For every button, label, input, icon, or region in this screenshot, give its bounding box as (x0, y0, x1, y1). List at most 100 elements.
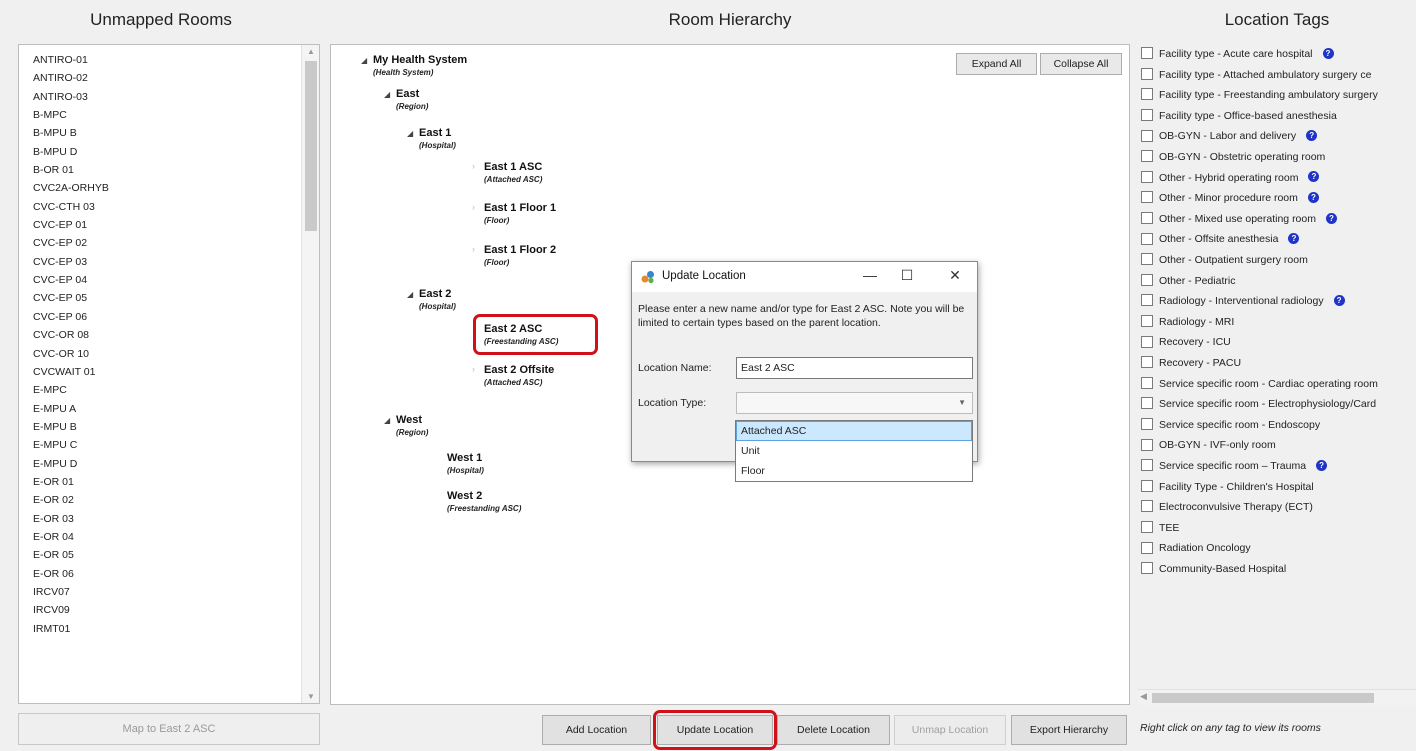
tag-label[interactable]: Facility type - Office-based anesthesia (1159, 110, 1337, 122)
expand-arrow-icon[interactable]: › (472, 202, 475, 212)
expand-arrow-icon[interactable]: › (472, 364, 475, 374)
tag-checkbox[interactable] (1141, 67, 1153, 80)
room-list-item[interactable]: E-OR 01 (19, 473, 319, 491)
tag-checkbox[interactable] (1141, 479, 1153, 492)
tree-node[interactable]: › East 1 Floor 1 (Floor) (472, 201, 556, 226)
tag-checkbox[interactable] (1141, 47, 1153, 60)
room-list-item[interactable]: B-MPU D (19, 143, 319, 161)
collapse-arrow-icon[interactable]: ◢ (384, 90, 390, 99)
add-location-button[interactable]: Add Location (542, 715, 651, 745)
tag-checkbox[interactable] (1141, 438, 1153, 451)
room-list-item[interactable]: E-MPU D (19, 455, 319, 473)
unmap-location-button[interactable]: Unmap Location (894, 715, 1006, 745)
tree-node[interactable]: › East 1 Floor 2 (Floor) (472, 243, 556, 268)
scroll-up-icon[interactable]: ▲ (302, 47, 319, 56)
unmapped-rooms-list[interactable]: ANTIRO-01 ANTIRO-02 ANTIRO-03 B-MPC B-MPU BB… (18, 44, 320, 704)
tag-checkbox[interactable] (1141, 541, 1153, 554)
room-list-item[interactable]: E-MPU B (19, 418, 319, 436)
tag-checkbox[interactable] (1141, 500, 1153, 513)
tag-label[interactable]: Radiology - Interventional radiology (1159, 295, 1324, 307)
room-list-item[interactable]: CVC2A-ORHYB (19, 179, 319, 197)
tag-label[interactable]: Radiation Oncology (1159, 542, 1251, 554)
tag-label[interactable]: Other - Offsite anesthesia (1159, 233, 1278, 245)
room-list-item[interactable]: IRCV07 (19, 583, 319, 601)
room-list-item[interactable]: ANTIRO-03 (19, 88, 319, 106)
tag-label[interactable]: Other - Outpatient surgery room (1159, 254, 1308, 266)
tag-checkbox[interactable] (1141, 521, 1153, 534)
room-list-item[interactable]: CVC-EP 02 (19, 234, 319, 252)
room-list-item[interactable]: E-OR 02 (19, 491, 319, 509)
room-list-item[interactable]: CVC-EP 04 (19, 271, 319, 289)
room-list-item[interactable]: CVC-OR 10 (19, 345, 319, 363)
scroll-left-icon[interactable]: ◀ (1140, 691, 1147, 702)
tag-label[interactable]: Service specific room - Cardiac operatin… (1159, 378, 1378, 390)
room-list-item[interactable]: IRCV09 (19, 601, 319, 619)
tag-label[interactable]: OB-GYN - IVF-only room (1159, 439, 1276, 451)
tag-label[interactable]: Recovery - ICU (1159, 336, 1231, 348)
tag-checkbox[interactable] (1141, 170, 1153, 183)
tree-node[interactable]: ◢ East 1 (Hospital) (407, 126, 456, 151)
tag-checkbox[interactable] (1141, 376, 1153, 389)
tag-label[interactable]: Other - Hybrid operating room (1159, 172, 1298, 184)
room-list-item[interactable]: E-MPU A (19, 400, 319, 418)
scroll-down-icon[interactable]: ▼ (302, 692, 319, 701)
tag-label[interactable]: OB-GYN - Labor and delivery (1159, 130, 1296, 142)
tag-label[interactable]: Electroconvulsive Therapy (ECT) (1159, 501, 1313, 513)
room-list-item[interactable]: CVC-EP 06 (19, 308, 319, 326)
tag-checkbox[interactable] (1141, 273, 1153, 286)
tag-checkbox[interactable] (1141, 562, 1153, 575)
tag-checkbox[interactable] (1141, 212, 1153, 225)
tag-label[interactable]: Facility type - Acute care hospital (1159, 48, 1313, 60)
tree-node[interactable]: ◢ My Health System (Health System) (361, 53, 467, 78)
tag-label[interactable]: Recovery - PACU (1159, 357, 1241, 369)
tree-node[interactable]: West 1 (Hospital) (447, 451, 484, 476)
tree-node[interactable]: ◢ East (Region) (384, 87, 428, 112)
room-list-item[interactable]: ANTIRO-02 (19, 69, 319, 87)
dialog-titlebar[interactable]: Update Location — ☐ ✕ (632, 262, 977, 292)
info-icon[interactable]: ? (1308, 171, 1320, 183)
tag-label[interactable]: Other - Minor procedure room (1159, 192, 1298, 204)
map-to-location-button[interactable]: Map to East 2 ASC (18, 713, 320, 745)
collapse-arrow-icon[interactable]: ◢ (407, 129, 413, 138)
tags-scroll-thumb[interactable] (1152, 693, 1374, 703)
room-list-item[interactable]: E-OR 06 (19, 565, 319, 583)
room-list-item[interactable]: CVC-EP 05 (19, 289, 319, 307)
room-list-item[interactable]: CVC-EP 01 (19, 216, 319, 234)
tags-horizontal-scrollbar[interactable]: ◀ (1138, 689, 1416, 705)
info-icon[interactable]: ? (1326, 212, 1337, 224)
dropdown-option[interactable]: Floor (736, 461, 972, 481)
room-list-item[interactable]: CVCWAIT 01 (19, 363, 319, 381)
tag-checkbox[interactable] (1141, 129, 1153, 142)
tag-checkbox[interactable] (1141, 88, 1153, 101)
room-list-item[interactable]: E-OR 04 (19, 528, 319, 546)
chevron-down-icon[interactable]: ▼ (958, 398, 966, 407)
tag-checkbox[interactable] (1141, 335, 1153, 348)
maximize-icon[interactable]: ☐ (897, 267, 917, 284)
tag-checkbox[interactable] (1141, 253, 1153, 266)
location-name-input[interactable] (736, 357, 973, 379)
rooms-scroll-thumb[interactable] (305, 61, 317, 231)
tag-label[interactable]: Other - Mixed use operating room (1159, 213, 1316, 225)
tag-checkbox[interactable] (1141, 356, 1153, 369)
tree-node[interactable]: ◢ East 2 (Hospital) (407, 287, 456, 312)
tree-node[interactable]: › East 1 ASC (Attached ASC) (472, 160, 542, 185)
collapse-arrow-icon[interactable]: ◢ (361, 56, 367, 65)
tree-node[interactable]: › East 2 Offsite (Attached ASC) (472, 363, 554, 388)
location-type-select[interactable]: ▼ (736, 392, 973, 414)
tag-checkbox[interactable] (1141, 315, 1153, 328)
expand-all-button[interactable]: Expand All (956, 53, 1037, 75)
close-icon[interactable]: ✕ (945, 267, 965, 284)
export-hierarchy-button[interactable]: Export Hierarchy (1011, 715, 1127, 745)
tag-checkbox[interactable] (1141, 150, 1153, 163)
collapse-all-button[interactable]: Collapse All (1040, 53, 1122, 75)
room-list-item[interactable]: B-MPU B (19, 124, 319, 142)
minimize-icon[interactable]: — (860, 267, 880, 283)
tag-label[interactable]: TEE (1159, 522, 1179, 534)
tag-label[interactable]: Service specific room - Endoscopy (1159, 419, 1320, 431)
tree-node[interactable]: West 2 (Freestanding ASC) (447, 489, 521, 514)
room-list-item[interactable]: IRMT01 (19, 620, 319, 638)
tag-label[interactable]: Service specific room – Trauma (1159, 460, 1306, 472)
room-list-item[interactable]: B-OR 01 (19, 161, 319, 179)
info-icon[interactable]: ? (1288, 233, 1300, 245)
tree-node[interactable]: ◢ West (Region) (384, 413, 428, 438)
